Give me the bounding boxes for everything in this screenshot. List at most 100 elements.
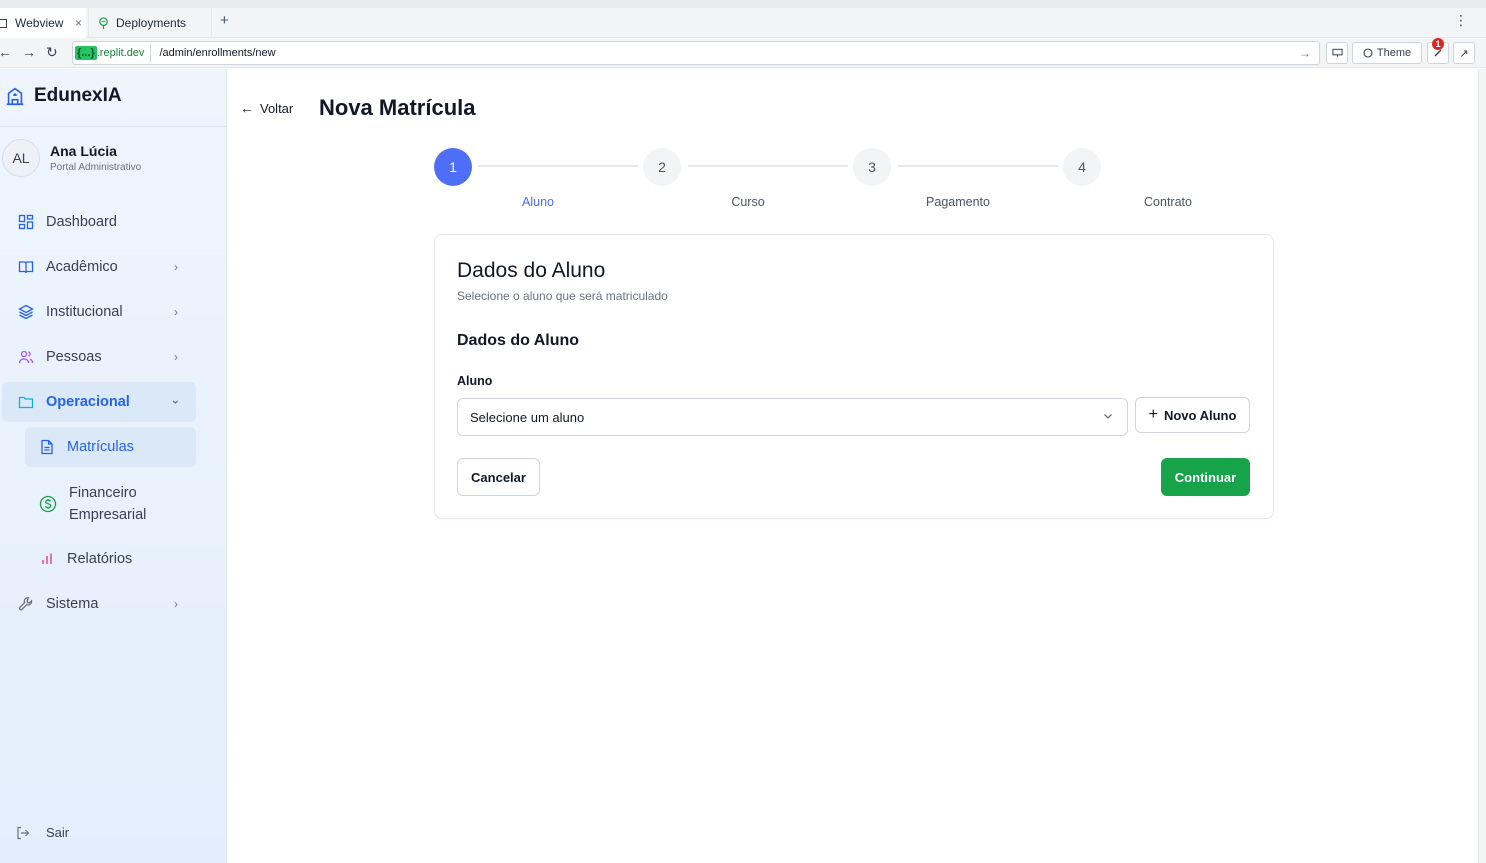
sidebar-subitem-label-block: Financeiro Empresarial (69, 482, 146, 526)
user-name: Ana Lúcia (50, 143, 117, 159)
url-host: .replit.dev (96, 47, 145, 59)
step-connector (478, 165, 638, 167)
folder-icon (18, 396, 34, 409)
sidebar-item-academico[interactable]: Acadêmico › (2, 247, 196, 287)
cancel-label: Cancelar (471, 469, 526, 485)
layers-icon (18, 304, 34, 320)
back-button[interactable]: ← Voltar (240, 100, 293, 116)
logout-icon (17, 826, 30, 839)
notification-badge: 1 (1432, 38, 1444, 50)
page-title: Nova Matrícula (319, 95, 476, 120)
wrench-icon (18, 597, 33, 611)
bar-chart-icon (42, 553, 52, 564)
sidebar-item-label: Operacional (46, 394, 130, 410)
student-field-label: Aluno (457, 374, 493, 388)
sidebar-item-label: Acadêmico (46, 259, 118, 275)
back-arrow-icon[interactable]: ← (0, 44, 12, 60)
step-1-label: Aluno (522, 195, 554, 209)
step-4-circle: 4 (1063, 148, 1101, 186)
palette-icon (1363, 48, 1373, 58)
chevron-down-icon (1104, 414, 1112, 419)
sidebar-subitem-matriculas[interactable]: Matrículas (25, 427, 196, 467)
card-subtitle: Selecione o aluno que será matriculado (457, 289, 668, 303)
sidebar-subitem-label: Relatórios (67, 551, 133, 567)
reload-icon[interactable]: ↻ (46, 44, 58, 61)
avatar: AL (2, 139, 40, 177)
url-field[interactable]: {...} .replit.dev /admin/enrollments/new… (72, 41, 1320, 65)
sidebar-item-label: Institucional (46, 304, 123, 320)
new-student-button[interactable]: + Novo Aluno (1135, 397, 1250, 433)
new-student-label: Novo Aluno (1163, 407, 1237, 423)
arrow-left-icon: ← (240, 100, 254, 116)
dollar-icon (39, 495, 57, 513)
sidebar-subitem-label: Matrículas (67, 439, 134, 455)
brand-name: EdunexIA (34, 85, 122, 106)
step-3-label: Pagamento (926, 195, 990, 209)
sidebar: EdunexIA AL Ana Lúcia Portal Administrat… (0, 69, 227, 863)
section-title: Dados do Aluno (457, 332, 580, 349)
users-icon (18, 350, 34, 364)
scrollbar-track[interactable] (1478, 69, 1486, 863)
step-4-label: Contrato (1144, 195, 1192, 209)
logout-label: Sair (46, 825, 70, 840)
window-top-strip (0, 0, 1486, 8)
continue-label: Continuar (1174, 469, 1237, 485)
sidebar-subitem-financeiro[interactable]: Financeiro Empresarial (25, 481, 196, 527)
sidebar-item-pessoas[interactable]: Pessoas › (2, 337, 196, 377)
sidebar-item-institucional[interactable]: Institucional › (2, 292, 196, 332)
devtools-button[interactable] (1326, 42, 1348, 64)
theme-button[interactable]: Theme (1352, 42, 1422, 64)
sidebar-subitem-relatorios[interactable]: Relatórios (25, 539, 196, 579)
chevron-right-icon: › (174, 350, 178, 364)
cancel-button[interactable]: Cancelar (457, 458, 540, 496)
sidebar-item-operacional[interactable]: Operacional › (2, 382, 196, 422)
sidebar-item-label: Dashboard (46, 214, 117, 230)
book-icon (18, 261, 34, 274)
logout-button[interactable]: Sair (16, 825, 69, 840)
tab-deployments[interactable]: Deployments (88, 8, 212, 38)
extensions-button[interactable]: 1 (1427, 38, 1449, 64)
step-connector (688, 165, 848, 167)
more-vertical-icon[interactable]: ⋮ (1454, 12, 1468, 29)
url-path: /admin/enrollments/new (159, 47, 276, 59)
url-host-badge: {...} (75, 46, 97, 60)
url-divider (150, 44, 152, 62)
sidebar-item-dashboard[interactable]: Dashboard (2, 202, 196, 242)
browser-tab-bar: Webview × Deployments + ⋮ (0, 0, 1486, 38)
brand[interactable]: EdunexIA (4, 85, 122, 107)
back-label: Voltar (260, 100, 294, 116)
sidebar-item-label: Sistema (46, 596, 99, 612)
tab-deployments-label: Deployments (116, 16, 187, 30)
file-icon (41, 439, 53, 455)
user-role: Portal Administrativo (50, 162, 142, 173)
screen-icon (1331, 48, 1343, 57)
user-profile[interactable]: AL Ana Lúcia Portal Administrativo (2, 139, 141, 177)
go-arrow-icon[interactable]: → (1299, 46, 1311, 60)
monitor-icon (0, 18, 7, 28)
student-select-value: Selecione um aluno (470, 409, 585, 425)
chevron-right-icon: › (174, 597, 178, 611)
step-2-circle: 2 (643, 148, 681, 186)
address-bar: ← → ↻ {...} .replit.dev /admin/enrollmen… (0, 38, 1486, 68)
divider (0, 126, 227, 127)
step-2-label: Curso (731, 195, 765, 209)
step-3-circle: 3 (853, 148, 891, 186)
student-select[interactable]: Selecione um aluno (457, 398, 1128, 436)
tab-webview[interactable]: Webview × (0, 8, 86, 38)
new-tab-button[interactable]: + (220, 12, 229, 29)
sidebar-subitem-label-line2: Empresarial (69, 507, 147, 523)
chevron-right-icon: › (174, 305, 178, 319)
external-link-icon: ↗ (1459, 47, 1469, 60)
chevron-down-icon: › (169, 400, 183, 404)
forward-arrow-icon[interactable]: → (22, 44, 36, 60)
card-title: Dados do Aluno (457, 259, 606, 282)
student-data-card: Dados do Aluno Selecione o aluno que ser… (434, 234, 1274, 519)
close-icon[interactable]: × (75, 16, 82, 30)
step-connector (898, 165, 1058, 167)
plus-icon: + (1148, 406, 1158, 423)
open-external-button[interactable]: ↗ (1453, 42, 1475, 64)
deployments-icon (99, 16, 108, 29)
continue-button[interactable]: Continuar (1161, 458, 1250, 496)
chevron-right-icon: › (174, 260, 178, 274)
sidebar-item-sistema[interactable]: Sistema › (2, 584, 196, 624)
